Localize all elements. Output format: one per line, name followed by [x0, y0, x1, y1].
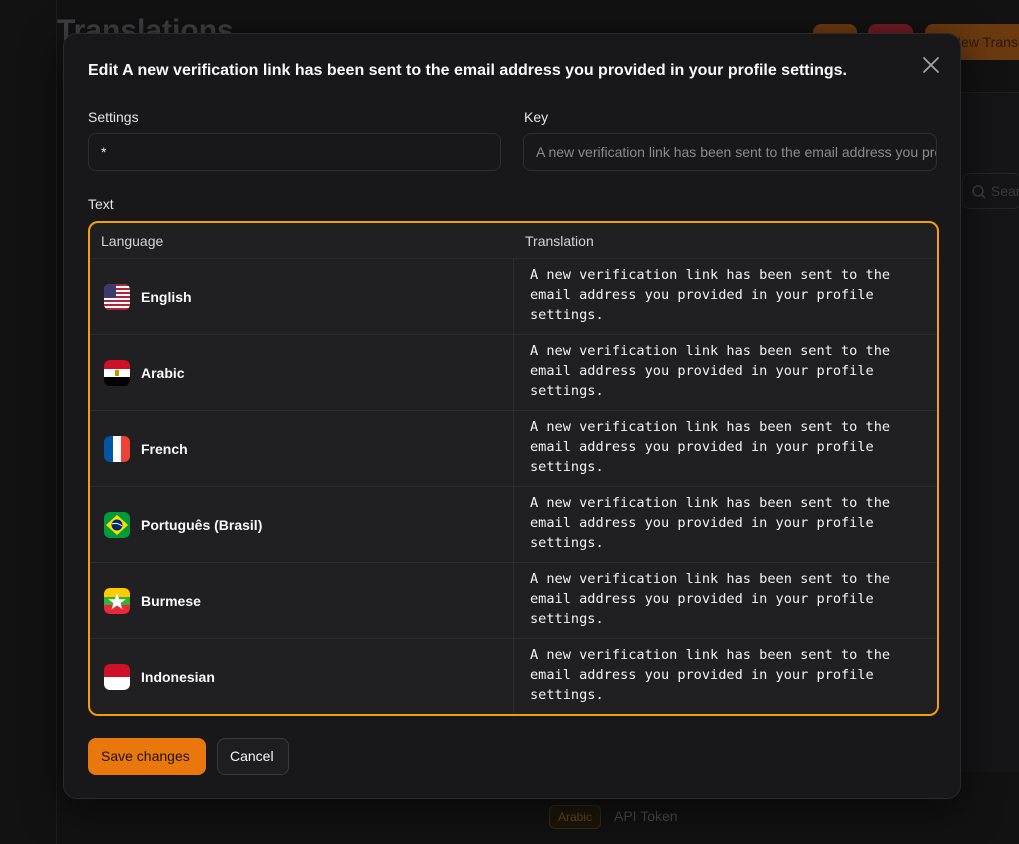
language-name: Português (Brasil) [141, 516, 263, 533]
sidebar-divider [56, 0, 57, 844]
text-label: Text [88, 196, 114, 212]
language-name: French [141, 440, 188, 457]
table-header: Language Translation [90, 223, 937, 259]
language-cell: English [90, 259, 514, 334]
language-name: Burmese [141, 592, 201, 609]
language-cell: French [90, 411, 514, 486]
row-key-text: API Token [614, 808, 678, 824]
modal-title: Edit A new verification link has been se… [88, 62, 847, 79]
translation-input[interactable]: A new verification link has been sent to… [514, 639, 937, 714]
settings-label: Settings [88, 109, 139, 125]
cancel-button[interactable]: Cancel [217, 738, 289, 775]
table-row: Burmese A new verification link has been… [90, 563, 937, 639]
us-flag-icon [104, 283, 130, 310]
column-header-language: Language [101, 233, 164, 249]
table-row: Arabic A new verification link has been … [90, 335, 937, 411]
language-cell: Indonesian [90, 639, 514, 714]
table-row: French A new verification link has been … [90, 411, 937, 487]
language-cell: Português (Brasil) [90, 487, 514, 562]
language-badge: Arabic [549, 805, 602, 829]
column-header-translation: Translation [525, 233, 594, 249]
search-icon [971, 183, 991, 199]
key-label: Key [524, 109, 549, 125]
close-icon [923, 57, 939, 73]
translation-input[interactable]: A new verification link has been sent to… [514, 563, 937, 638]
save-changes-button[interactable]: Save changes [88, 738, 206, 775]
language-cell: Arabic [90, 335, 514, 410]
table-row: Indonesian A new verification link has b… [90, 639, 937, 714]
france-flag-icon [104, 435, 130, 462]
myanmar-flag-icon [104, 587, 130, 614]
table-row: English A new verification link has been… [90, 259, 937, 335]
translation-input[interactable]: A new verification link has been sent to… [514, 411, 937, 486]
key-input[interactable]: A new verification link has been sent to… [523, 133, 937, 171]
translation-input[interactable]: A new verification link has been sent to… [514, 335, 937, 410]
edit-translation-modal: Edit A new verification link has been se… [63, 33, 961, 799]
language-name: English [141, 288, 192, 305]
brazil-flag-icon [104, 511, 130, 538]
table-row: Português (Brasil) A new verification li… [90, 487, 937, 563]
translation-input[interactable]: A new verification link has been sent to… [514, 259, 937, 334]
language-name: Arabic [141, 364, 185, 381]
indonesia-flag-icon [104, 664, 130, 690]
language-name: Indonesian [141, 669, 215, 685]
translations-table: Language Translation English A new verif… [88, 221, 939, 716]
translation-input[interactable]: A new verification link has been sent to… [514, 487, 937, 562]
search-placeholder: Search [990, 183, 1019, 199]
language-cell: Burmese [90, 563, 514, 638]
search-input[interactable]: Search [962, 173, 1019, 209]
settings-input[interactable]: * [88, 133, 501, 171]
egypt-flag-icon [104, 359, 130, 386]
close-button[interactable] [920, 54, 942, 76]
